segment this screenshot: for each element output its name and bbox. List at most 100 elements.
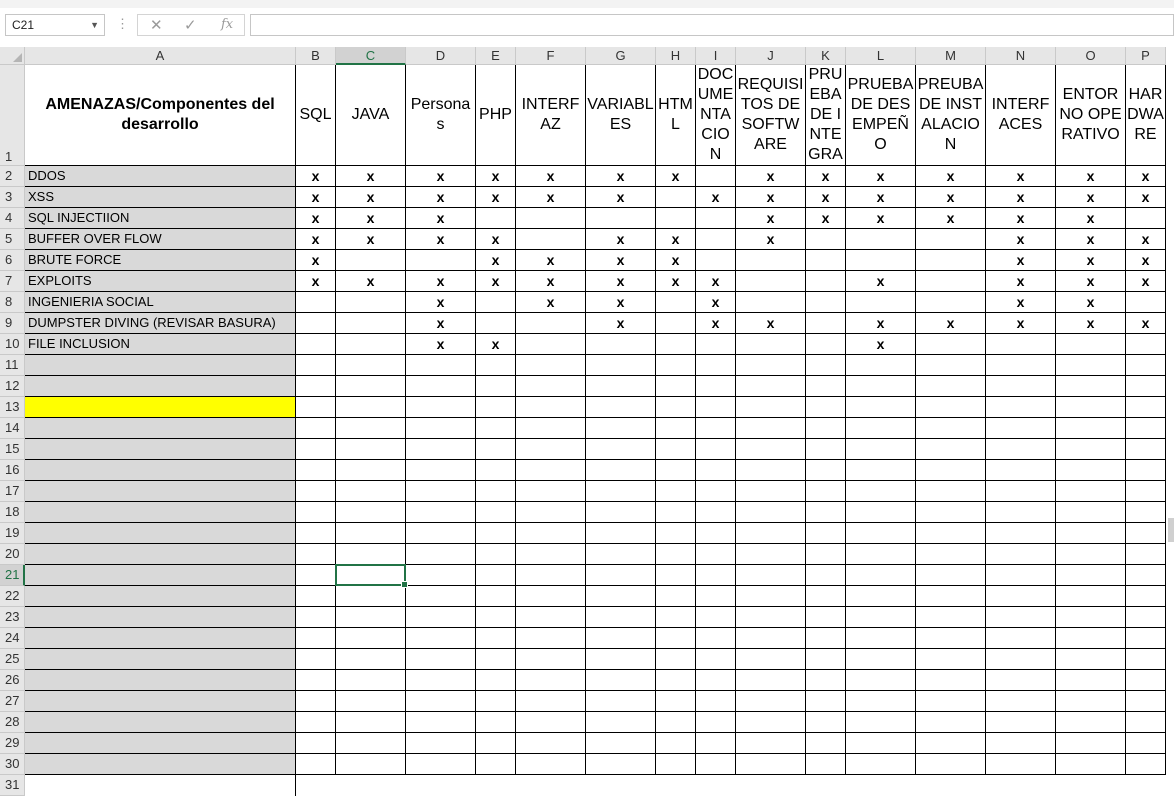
empty-cell[interactable] xyxy=(806,481,846,502)
mark-cell[interactable]: x xyxy=(406,271,476,292)
mark-cell[interactable] xyxy=(806,250,846,271)
empty-cell[interactable] xyxy=(476,439,516,460)
mark-cell[interactable] xyxy=(1126,334,1166,355)
row-header-26[interactable]: 26 xyxy=(0,670,25,691)
empty-cell[interactable] xyxy=(296,397,336,418)
empty-cell[interactable] xyxy=(1056,649,1126,670)
mark-cell[interactable] xyxy=(736,250,806,271)
empty-cell[interactable] xyxy=(516,754,586,775)
empty-cell[interactable] xyxy=(736,397,806,418)
mark-cell[interactable] xyxy=(296,292,336,313)
empty-cell[interactable] xyxy=(296,376,336,397)
empty-cell[interactable] xyxy=(986,733,1056,754)
mark-cell[interactable] xyxy=(806,292,846,313)
empty-cell[interactable] xyxy=(336,607,406,628)
mark-cell[interactable]: x xyxy=(1056,166,1126,187)
mark-cell[interactable] xyxy=(846,250,916,271)
empty-cell[interactable] xyxy=(1126,607,1166,628)
empty-cell[interactable] xyxy=(656,397,696,418)
empty-cell[interactable] xyxy=(476,418,516,439)
header-component-cell[interactable]: SQL xyxy=(296,65,336,166)
empty-cell[interactable] xyxy=(406,733,476,754)
empty-cell[interactable] xyxy=(846,544,916,565)
empty-cell[interactable] xyxy=(516,397,586,418)
row-header-19[interactable]: 19 xyxy=(0,523,25,544)
empty-cell[interactable] xyxy=(656,733,696,754)
mark-cell[interactable]: x xyxy=(696,271,736,292)
empty-a-cell[interactable] xyxy=(25,733,296,754)
row-header-28[interactable]: 28 xyxy=(0,712,25,733)
mark-cell[interactable]: x xyxy=(336,208,406,229)
empty-a-cell[interactable] xyxy=(25,607,296,628)
empty-cell[interactable] xyxy=(986,607,1056,628)
row-header-6[interactable]: 6 xyxy=(0,250,25,271)
empty-cell[interactable] xyxy=(476,691,516,712)
row-header-11[interactable]: 11 xyxy=(0,355,25,376)
empty-cell[interactable] xyxy=(586,397,656,418)
empty-cell[interactable] xyxy=(656,649,696,670)
empty-a-cell[interactable] xyxy=(25,355,296,376)
mark-cell[interactable] xyxy=(656,334,696,355)
empty-cell[interactable] xyxy=(916,502,986,523)
empty-cell[interactable] xyxy=(586,733,656,754)
empty-cell[interactable] xyxy=(586,691,656,712)
empty-cell[interactable] xyxy=(986,628,1056,649)
empty-a-cell[interactable] xyxy=(25,754,296,775)
empty-cell[interactable] xyxy=(406,460,476,481)
empty-cell[interactable] xyxy=(916,523,986,544)
empty-cell[interactable] xyxy=(736,628,806,649)
empty-cell[interactable] xyxy=(406,397,476,418)
mark-cell[interactable] xyxy=(736,271,806,292)
empty-cell[interactable] xyxy=(476,544,516,565)
header-component-cell[interactable]: PRUEBA DE INTEGRA xyxy=(806,65,846,166)
empty-cell[interactable] xyxy=(296,754,336,775)
empty-cell[interactable] xyxy=(516,502,586,523)
mark-cell[interactable] xyxy=(476,292,516,313)
row-header-22[interactable]: 22 xyxy=(0,586,25,607)
empty-cell[interactable] xyxy=(296,565,336,586)
mark-cell[interactable]: x xyxy=(336,166,406,187)
mark-cell[interactable]: x xyxy=(406,166,476,187)
mark-cell[interactable] xyxy=(516,313,586,334)
threat-name-cell[interactable]: INGENIERIA SOCIAL xyxy=(25,292,296,313)
mark-cell[interactable] xyxy=(656,313,696,334)
mark-cell[interactable]: x xyxy=(656,166,696,187)
empty-cell[interactable] xyxy=(736,670,806,691)
function-icon[interactable]: fx xyxy=(221,17,233,32)
mark-cell[interactable] xyxy=(1056,334,1126,355)
empty-cell[interactable] xyxy=(336,712,406,733)
mark-cell[interactable]: x xyxy=(1056,250,1126,271)
empty-cell[interactable] xyxy=(736,712,806,733)
empty-cell[interactable] xyxy=(656,565,696,586)
select-all-corner[interactable] xyxy=(0,47,25,65)
column-header-j[interactable]: J xyxy=(736,47,806,65)
row-header-24[interactable]: 24 xyxy=(0,628,25,649)
header-title-cell[interactable]: AMENAZAS/Componentes del desarrollo xyxy=(25,65,296,166)
mark-cell[interactable]: x xyxy=(586,166,656,187)
mark-cell[interactable]: x xyxy=(696,313,736,334)
mark-cell[interactable]: x xyxy=(476,229,516,250)
empty-cell[interactable] xyxy=(986,670,1056,691)
mark-cell[interactable]: x xyxy=(846,334,916,355)
empty-cell[interactable] xyxy=(986,481,1056,502)
empty-cell[interactable] xyxy=(916,565,986,586)
empty-cell[interactable] xyxy=(986,565,1056,586)
mark-cell[interactable]: x xyxy=(1126,166,1166,187)
mark-cell[interactable] xyxy=(696,208,736,229)
empty-cell[interactable] xyxy=(406,355,476,376)
mark-cell[interactable] xyxy=(846,292,916,313)
mark-cell[interactable]: x xyxy=(586,313,656,334)
empty-cell[interactable] xyxy=(296,628,336,649)
threat-name-cell[interactable]: DDOS xyxy=(25,166,296,187)
empty-cell[interactable] xyxy=(986,691,1056,712)
empty-cell[interactable] xyxy=(406,754,476,775)
empty-a-cell[interactable] xyxy=(25,565,296,586)
mark-cell[interactable] xyxy=(296,334,336,355)
empty-cell[interactable] xyxy=(296,586,336,607)
empty-cell[interactable] xyxy=(736,502,806,523)
empty-cell[interactable] xyxy=(656,460,696,481)
column-header-b[interactable]: B xyxy=(296,47,336,65)
empty-cell[interactable] xyxy=(586,418,656,439)
empty-cell[interactable] xyxy=(336,733,406,754)
row-header-12[interactable]: 12 xyxy=(0,376,25,397)
